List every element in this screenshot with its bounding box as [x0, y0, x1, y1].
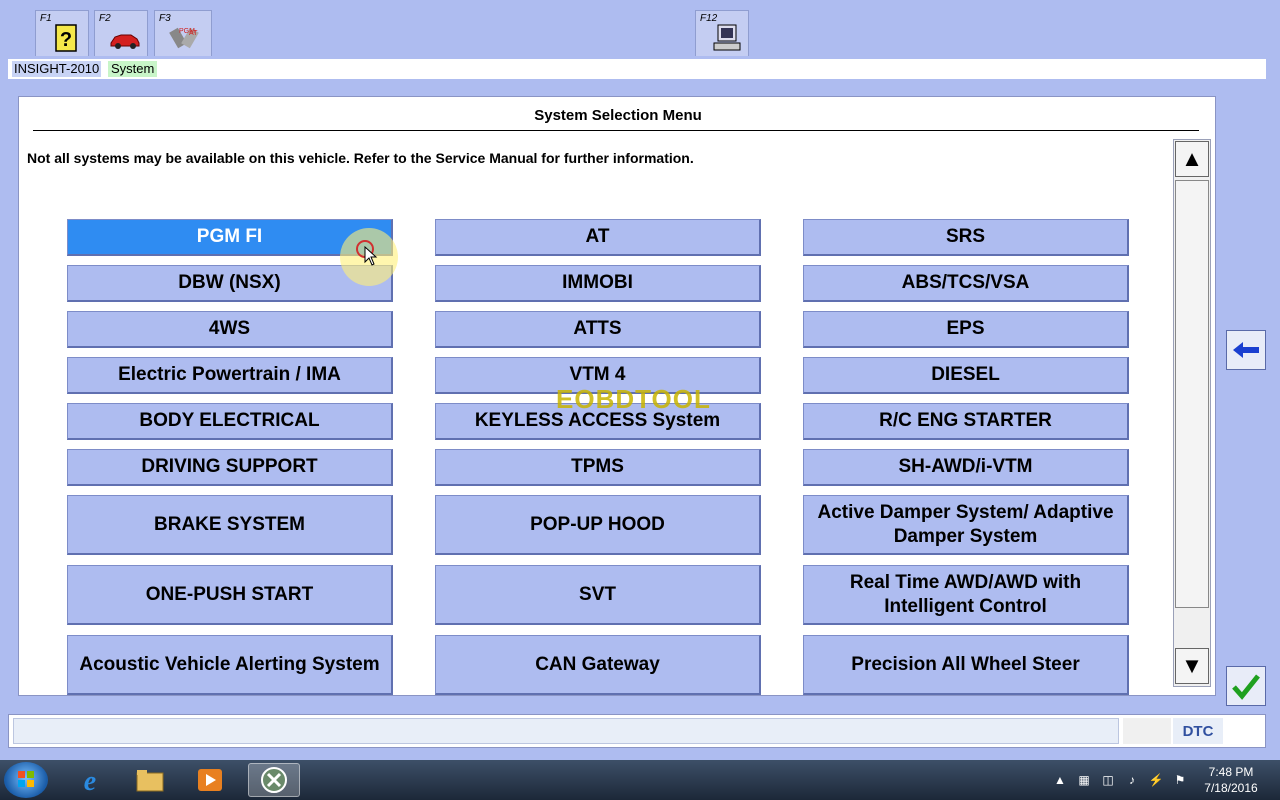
- svg-text:e: e: [84, 766, 96, 795]
- title-divider: [33, 130, 1199, 131]
- app-tray-icon[interactable]: ▦: [1076, 772, 1092, 788]
- f1-help-button[interactable]: F1 ?: [35, 10, 89, 56]
- system-button[interactable]: ABS/TCS/VSA: [803, 265, 1129, 302]
- vertical-scrollbar[interactable]: ▲ ▼: [1173, 139, 1211, 687]
- system-button-label: DBW (NSX): [178, 272, 281, 293]
- system-button-label: Electric Powertrain / IMA: [118, 364, 341, 385]
- mouse-pointer-icon: [364, 246, 378, 266]
- system-button-label: ABS/TCS/VSA: [901, 272, 1030, 293]
- network-flag-icon[interactable]: ⚑: [1172, 772, 1188, 788]
- system-button[interactable]: R/C ENG STARTER: [803, 403, 1129, 440]
- system-button[interactable]: EPS: [803, 311, 1129, 348]
- breadcrumb: INSIGHT-2010 System: [8, 59, 1266, 79]
- scroll-up-arrow-icon[interactable]: ▲: [1175, 141, 1209, 177]
- svg-text:?: ?: [60, 29, 72, 51]
- system-button[interactable]: BODY ELECTRICAL: [67, 403, 393, 440]
- system-button[interactable]: POP-UP HOOD: [435, 495, 761, 555]
- system-button-label: EPS: [946, 318, 985, 339]
- ok-button[interactable]: [1226, 666, 1266, 706]
- start-button[interactable]: [4, 762, 48, 798]
- scrollbar-thumb[interactable]: [1175, 180, 1209, 608]
- system-button-label: Active Damper System/ Adaptive Damper Sy…: [817, 501, 1114, 547]
- status-indicator: [1123, 718, 1171, 744]
- system-button-label: BRAKE SYSTEM: [154, 513, 305, 535]
- system-button[interactable]: TPMS: [435, 449, 761, 486]
- system-button[interactable]: SRS: [803, 219, 1129, 256]
- system-button[interactable]: BRAKE SYSTEM: [67, 495, 393, 555]
- system-button[interactable]: IMMOBI: [435, 265, 761, 302]
- system-button[interactable]: ONE-PUSH START: [67, 565, 393, 625]
- system-button-label: SH-AWD/i-VTM: [898, 456, 1033, 477]
- page-title: System Selection Menu: [534, 107, 702, 124]
- help-question-icon: ?: [55, 24, 77, 52]
- system-button[interactable]: SVT: [435, 565, 761, 625]
- system-button-label: POP-UP HOOD: [530, 513, 665, 535]
- pgm-at-tools-icon: PGM AT: [169, 27, 199, 49]
- system-button[interactable]: ATTS: [435, 311, 761, 348]
- system-clock[interactable]: 7:48 PM 7/18/2016: [1196, 764, 1266, 796]
- system-button[interactable]: SH-AWD/i-VTM: [803, 449, 1129, 486]
- file-explorer-icon[interactable]: [124, 763, 176, 797]
- system-button[interactable]: CAN Gateway: [435, 635, 761, 695]
- availability-notice: Not all systems may be available on this…: [27, 150, 694, 166]
- clock-time: 7:48 PM: [1208, 765, 1254, 779]
- watermark: EOBDTOOL: [556, 384, 711, 414]
- system-button[interactable]: Precision All Wheel Steer: [803, 635, 1129, 695]
- dtc-button[interactable]: DTC: [1173, 718, 1223, 744]
- system-button-label: 4WS: [208, 318, 251, 339]
- clock-date: 7/18/2016: [1204, 781, 1258, 795]
- back-arrow-icon: [1233, 342, 1259, 358]
- car-icon: [110, 34, 140, 49]
- system-button-label: BODY ELECTRICAL: [139, 410, 320, 431]
- system-button[interactable]: DIESEL: [803, 357, 1129, 394]
- system-button-label: Precision All Wheel Steer: [851, 653, 1080, 675]
- show-hidden-icons-icon[interactable]: ▲: [1052, 772, 1068, 788]
- breadcrumb-section: System: [108, 61, 158, 77]
- media-player-icon[interactable]: [184, 763, 236, 797]
- volume-icon[interactable]: ♪: [1124, 772, 1140, 788]
- hds-app-icon[interactable]: [248, 763, 300, 797]
- scroll-down-arrow-icon[interactable]: ▼: [1175, 648, 1209, 684]
- device-tray-icon[interactable]: ◫: [1100, 772, 1116, 788]
- system-button-label: ATTS: [573, 318, 622, 339]
- system-button-label: CAN Gateway: [535, 653, 660, 675]
- windows-logo-icon: [18, 771, 34, 787]
- system-button-label: IMMOBI: [562, 272, 633, 293]
- system-button-label: TPMS: [571, 456, 624, 477]
- system-button-label: SRS: [945, 226, 986, 247]
- windows-taskbar: e ▲ ▦ ◫ ♪ ⚡ ⚑ 7:48 PM 7/18/2016: [0, 760, 1280, 800]
- f12-computer-button[interactable]: F12: [695, 10, 749, 56]
- breadcrumb-vehicle: INSIGHT-2010: [12, 61, 102, 77]
- system-button-label: Acoustic Vehicle Alerting System: [79, 653, 380, 675]
- computer-icon: [713, 24, 741, 51]
- system-button-label: ONE-PUSH START: [145, 583, 314, 605]
- system-button-label: R/C ENG STARTER: [879, 410, 1052, 431]
- system-button[interactable]: 4WS: [67, 311, 393, 348]
- system-button-label: AT: [585, 226, 610, 247]
- f3-system-button[interactable]: F3 PGM AT: [154, 10, 212, 56]
- system-button[interactable]: Active Damper System/ Adaptive Damper Sy…: [803, 495, 1129, 555]
- checkmark-icon: [1232, 674, 1260, 700]
- system-button-label: PGM FI: [196, 226, 263, 247]
- function-key-toolbar: F1 ? F2 F3 PGM AT F12: [0, 0, 1280, 58]
- f2-vehicle-button[interactable]: F2: [94, 10, 148, 56]
- internet-explorer-icon[interactable]: e: [64, 763, 116, 797]
- status-bar: DTC: [8, 714, 1266, 748]
- status-message-area: [13, 718, 1119, 744]
- system-button-label: DRIVING SUPPORT: [141, 456, 318, 477]
- system-button[interactable]: Electric Powertrain / IMA: [67, 357, 393, 394]
- system-button[interactable]: Real Time AWD/AWD with Intelligent Contr…: [803, 565, 1129, 625]
- system-button[interactable]: Acoustic Vehicle Alerting System: [67, 635, 393, 695]
- system-button-label: Real Time AWD/AWD with Intelligent Contr…: [849, 571, 1082, 617]
- power-icon[interactable]: ⚡: [1148, 772, 1164, 788]
- svg-text:AT: AT: [189, 30, 198, 37]
- system-button[interactable]: DRIVING SUPPORT: [67, 449, 393, 486]
- system-button[interactable]: AT: [435, 219, 761, 256]
- back-button[interactable]: [1226, 330, 1266, 370]
- system-tray: ▲ ▦ ◫ ♪ ⚡ ⚑: [1052, 770, 1188, 790]
- system-button-label: DIESEL: [931, 364, 1000, 385]
- system-button-label: SVT: [579, 583, 616, 605]
